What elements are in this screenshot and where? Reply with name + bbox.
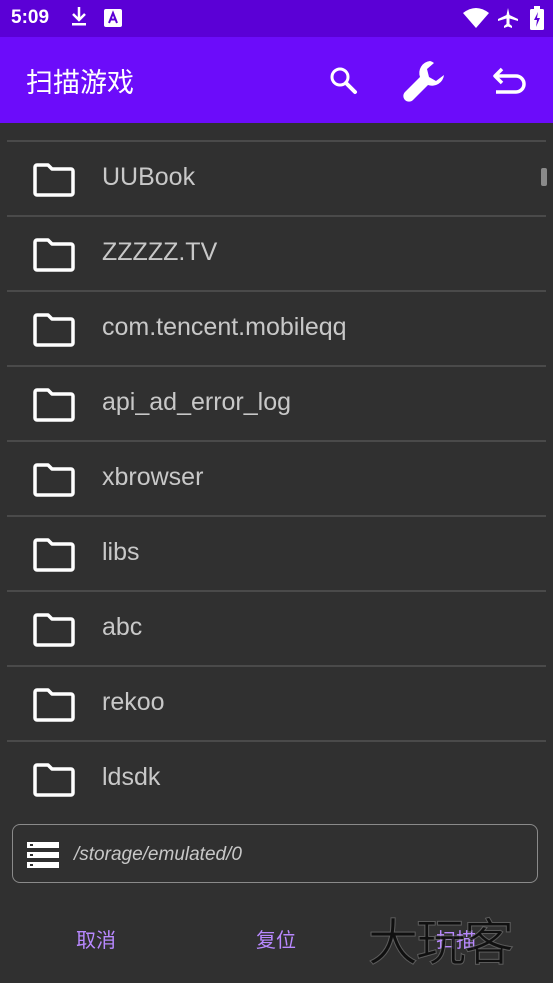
folder-name: com.tencent.mobileqq — [102, 313, 347, 341]
wifi-icon — [463, 8, 489, 32]
folder-name: api_ad_error_log — [102, 388, 292, 416]
folder-icon — [33, 688, 75, 726]
page-title: 扫描游戏 — [26, 68, 134, 99]
list-item[interactable]: abc — [7, 592, 546, 667]
reset-button[interactable]: 复位 — [256, 924, 296, 953]
folder-name: UUBook — [102, 163, 196, 191]
folder-name: abc — [102, 613, 143, 641]
path-field[interactable]: /storage/emulated/0 — [12, 824, 538, 883]
list-item[interactable]: UUBook — [7, 142, 546, 217]
status-time: 5:09 — [11, 7, 50, 28]
status-bar: 5:09 — [0, 0, 553, 37]
list-item[interactable]: api_ad_error_log — [7, 367, 546, 442]
folder-name: ldsdk — [102, 763, 161, 791]
undo-icon[interactable] — [492, 65, 528, 99]
wrench-icon[interactable] — [400, 57, 448, 109]
folder-list[interactable]: UUBook ZZZZZ.TV com.tencent.mobileqq api… — [0, 123, 553, 813]
list-item[interactable]: xbrowser — [7, 442, 546, 517]
a-notification-icon — [104, 9, 122, 31]
search-icon[interactable] — [328, 65, 358, 99]
path-text: /storage/emulated/0 — [74, 844, 242, 865]
airplane-mode-icon — [497, 7, 519, 33]
list-item[interactable]: ldsdk — [7, 742, 546, 813]
folder-name: ZZZZZ.TV — [102, 238, 218, 266]
folder-name: xbrowser — [102, 463, 204, 491]
folder-name: libs — [102, 538, 140, 566]
download-icon — [70, 6, 88, 32]
folder-icon — [33, 388, 75, 426]
folder-icon — [33, 163, 75, 201]
folder-icon — [33, 313, 75, 351]
list-item[interactable]: rekoo — [7, 667, 546, 742]
list-item[interactable]: libs — [7, 517, 546, 592]
list-item[interactable]: com.tencent.mobileqq — [7, 292, 546, 367]
scrollbar[interactable] — [541, 168, 547, 186]
folder-icon — [33, 763, 75, 801]
list-item[interactable]: ZZZZZ.TV — [7, 217, 546, 292]
folder-icon — [33, 238, 75, 276]
scan-button[interactable]: 扫描 — [436, 924, 476, 953]
app-bar: 扫描游戏 — [0, 37, 553, 123]
cancel-button[interactable]: 取消 — [76, 924, 116, 953]
storage-icon — [27, 842, 59, 872]
battery-icon — [530, 6, 544, 34]
folder-name: rekoo — [102, 688, 165, 716]
folder-icon — [33, 538, 75, 576]
folder-icon — [33, 613, 75, 651]
folder-icon — [33, 463, 75, 501]
